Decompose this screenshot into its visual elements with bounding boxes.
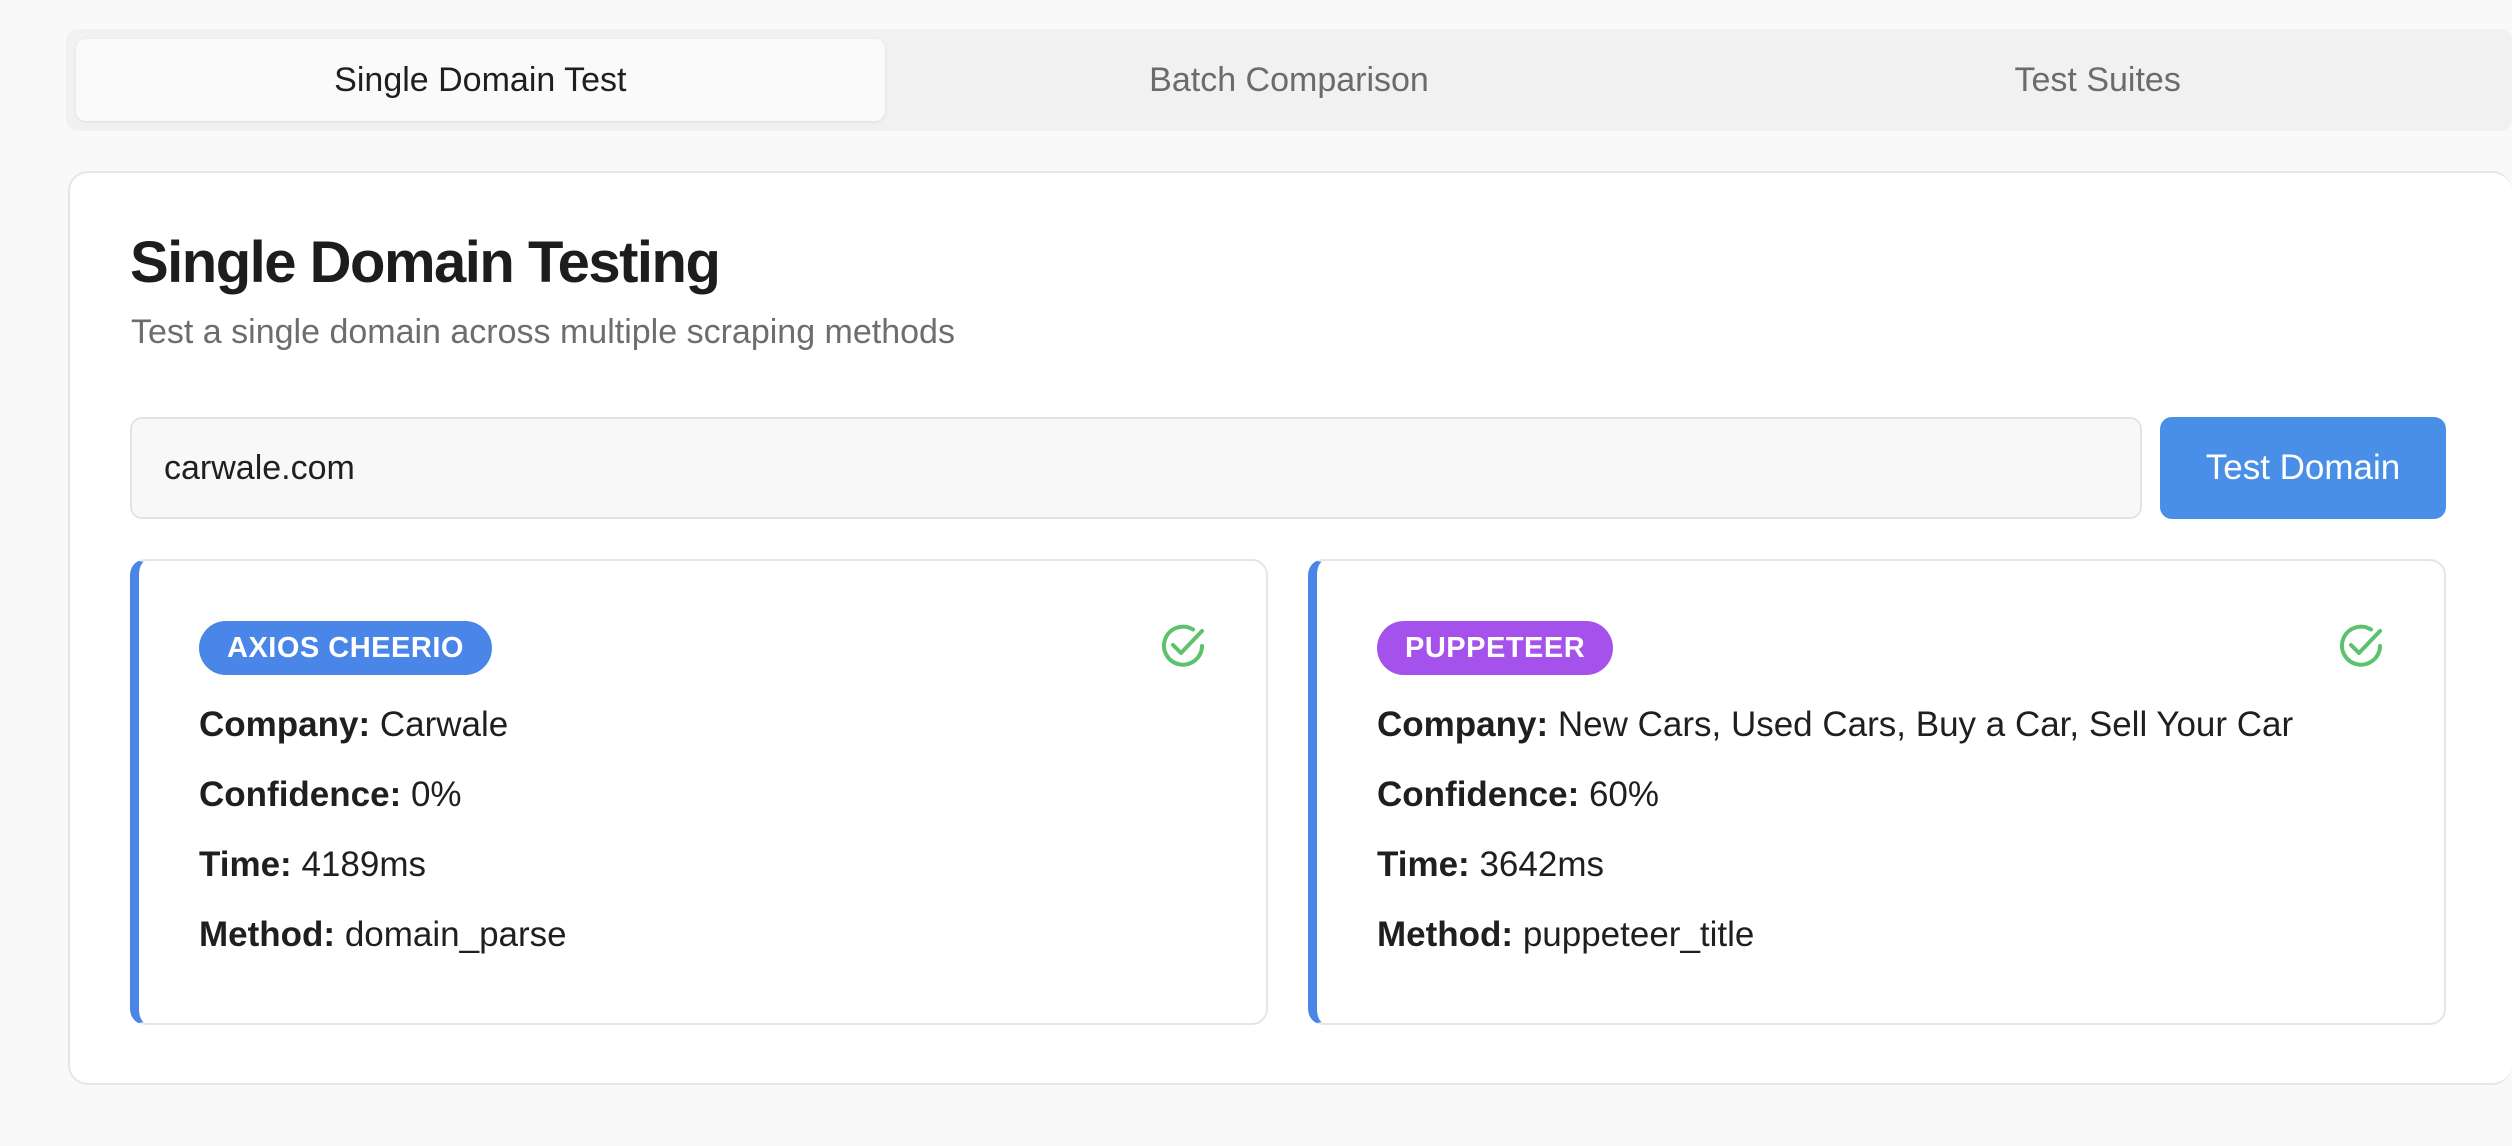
time-value: 3642ms [1479, 845, 1604, 884]
method-row: Method: domain_parse [199, 915, 567, 955]
method-value: domain_parse [344, 915, 567, 954]
check-circle-icon [1162, 624, 1204, 667]
confidence-value: 0% [410, 775, 462, 814]
method-row: Method: puppeteer_title [1377, 915, 1754, 955]
company-label: Company: [1377, 705, 1549, 744]
company-label: Company: [199, 705, 371, 744]
confidence-row: Confidence: 60% [1377, 775, 1659, 815]
time-row: Time: 3642ms [1377, 845, 1604, 885]
confidence-row: Confidence: 0% [199, 775, 462, 815]
time-row: Time: 4189ms [199, 845, 426, 885]
company-row: Company: Carwale [199, 705, 508, 745]
method-label: Method: [199, 915, 336, 954]
tab-test-suites[interactable]: Test Suites [1693, 39, 2502, 121]
tab-single-domain-test[interactable]: Single Domain Test [76, 39, 885, 121]
company-value: Carwale [379, 705, 509, 744]
confidence-value: 60% [1588, 775, 1660, 814]
time-value: 4189ms [301, 845, 426, 884]
tab-bar: Single Domain Test Batch Comparison Test… [66, 29, 2512, 131]
company-value: New Cars, Used Cars, Buy a Car, Sell You… [1557, 705, 2294, 744]
test-domain-button[interactable]: Test Domain [2160, 417, 2446, 519]
single-domain-panel: Single Domain Testing Test a single doma… [68, 171, 2512, 1085]
method-label: Method: [1377, 915, 1514, 954]
time-label: Time: [1377, 845, 1470, 884]
domain-input[interactable] [130, 417, 2142, 519]
method-badge: PUPPETEER [1377, 621, 1614, 675]
method-badge: AXIOS CHEERIO [199, 621, 492, 675]
company-row: Company: New Cars, Used Cars, Buy a Car,… [1377, 705, 2293, 745]
check-circle-icon [2340, 624, 2382, 667]
time-label: Time: [199, 845, 292, 884]
page-subtitle: Test a single domain across multiple scr… [131, 313, 955, 351]
page-title: Single Domain Testing [130, 230, 721, 295]
tab-batch-comparison[interactable]: Batch Comparison [885, 39, 1694, 121]
confidence-label: Confidence: [1377, 775, 1580, 814]
result-card-axios-cheerio: AXIOS CHEERIO Company: Carwale Confidenc… [130, 559, 1268, 1025]
confidence-label: Confidence: [199, 775, 402, 814]
result-card-puppeteer: PUPPETEER Company: New Cars, Used Cars, … [1308, 559, 2446, 1025]
method-value: puppeteer_title [1522, 915, 1755, 954]
